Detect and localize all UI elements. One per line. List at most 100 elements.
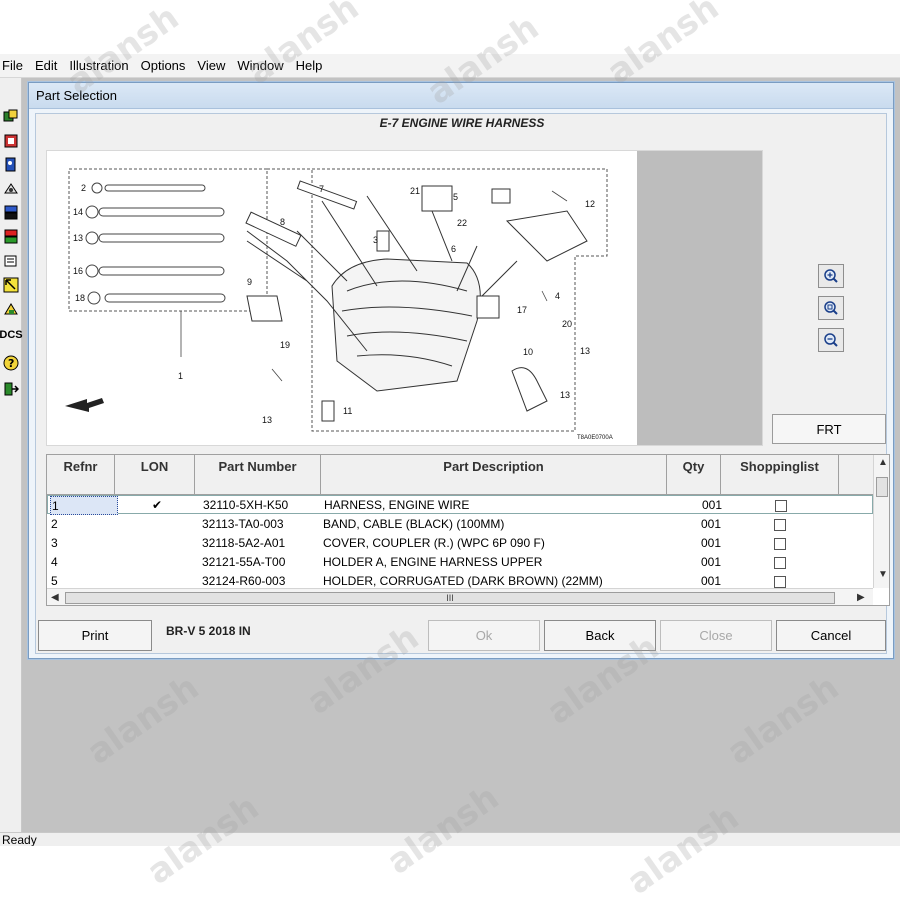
shoppinglist-checkbox[interactable] — [774, 515, 790, 534]
table-header: Refnr LON Part Number Part Description Q… — [47, 455, 873, 495]
col-qty[interactable]: Qty — [667, 455, 721, 495]
parts-icon[interactable] — [1, 106, 21, 128]
scroll-down-icon[interactable]: ▼ — [878, 569, 888, 580]
menu-help[interactable]: Help — [292, 58, 331, 73]
cell-refnr: 2 — [51, 517, 58, 531]
zoom-in-icon[interactable] — [818, 264, 844, 288]
callout-4: 4 — [555, 291, 560, 301]
menu-options[interactable]: Options — [137, 58, 194, 73]
dialog-title: Part Selection — [29, 83, 893, 109]
dcs-icon[interactable]: DCS — [0, 324, 23, 346]
cell-part-number: 32118-5A2-A01 — [202, 536, 286, 550]
svg-text:?: ? — [8, 357, 14, 370]
print-button[interactable]: Print — [38, 620, 152, 651]
arrow-icon[interactable] — [1, 274, 21, 296]
cell-lon: ✔ — [152, 498, 163, 512]
menu-file[interactable]: File — [0, 58, 31, 73]
cell-part-number: 32113-TA0-003 — [202, 517, 284, 531]
cell-qty: 001 — [701, 536, 722, 550]
status-bar: Ready — [0, 832, 900, 846]
exit-icon[interactable] — [1, 378, 21, 400]
cell-qty: 001 — [701, 517, 722, 531]
cell-refnr: 1 — [50, 496, 118, 515]
scroll-right-icon[interactable]: ▶ — [857, 592, 865, 603]
table-row[interactable]: 2 32113-TA0-003 BAND, CABLE (BLACK) (100… — [47, 515, 873, 534]
callout-13-bottom: 13 — [262, 415, 272, 425]
cell-part-number: 32110-5XH-K50 — [203, 498, 289, 512]
table-row[interactable]: 1 ✔ 32110-5XH-K50 HARNESS, ENGINE WIRE 0… — [47, 495, 873, 515]
vin-icon[interactable] — [1, 178, 21, 200]
table-row[interactable]: 4 32121-55A-T00 HOLDER A, ENGINE HARNESS… — [47, 553, 873, 572]
ok-button[interactable]: Ok — [428, 620, 540, 651]
callout-22: 22 — [457, 218, 467, 228]
parts-table: Refnr LON Part Number Part Description Q… — [46, 454, 890, 606]
cell-part-description: HOLDER A, ENGINE HARNESS UPPER — [323, 555, 543, 569]
cell-qty: 001 — [701, 555, 722, 569]
callout-9: 9 — [247, 277, 252, 287]
cell-refnr: 4 — [51, 555, 58, 569]
table-row[interactable]: 3 32118-5A2-A01 COVER, COUPLER (R.) (WPC… — [47, 534, 873, 553]
col-refnr[interactable]: Refnr — [47, 455, 115, 495]
callout-16: 16 — [73, 266, 83, 276]
col-lon[interactable]: LON — [115, 455, 195, 495]
zoom-out-icon[interactable] — [818, 328, 844, 352]
callout-2: 2 — [81, 183, 86, 193]
vertical-scroll-thumb[interactable] — [876, 477, 888, 497]
tools-icon[interactable] — [1, 298, 21, 320]
callout-14: 14 — [73, 207, 83, 217]
callout-18: 18 — [75, 293, 85, 303]
screen: File Edit Illustration Options View Wind… — [0, 0, 900, 903]
callout-11: 11 — [343, 406, 352, 416]
illustration-margin — [637, 151, 762, 445]
cancel-button[interactable]: Cancel — [776, 620, 886, 651]
callout-13: 13 — [73, 233, 83, 243]
callout-10: 10 — [523, 347, 533, 357]
cell-part-description: COVER, COUPLER (R.) (WPC 6P 090 F) — [323, 536, 545, 550]
col-part-description[interactable]: Part Description — [321, 455, 667, 495]
left-toolbar: DCS ? — [0, 78, 23, 846]
cell-part-description: HARNESS, ENGINE WIRE — [324, 498, 470, 512]
parts-illustration[interactable]: 2 14 13 16 18 7 8 3 21 5 22 12 6 4 17 20… — [46, 150, 763, 446]
close-button[interactable]: Close — [660, 620, 772, 651]
vehicle-info: BR-V 5 2018 IN — [166, 624, 251, 638]
catalog-icon[interactable] — [1, 130, 21, 152]
back-button[interactable]: Back — [544, 620, 656, 651]
dialog-button-bar: Print BR-V 5 2018 IN Ok Back Close Cance… — [36, 614, 888, 654]
col-shoppinglist[interactable]: Shoppinglist — [721, 455, 839, 495]
print-list-icon[interactable] — [1, 202, 21, 224]
horizontal-scroll-thumb[interactable]: III — [65, 592, 835, 604]
cell-lon — [151, 553, 165, 572]
shoppinglist-checkbox[interactable] — [774, 534, 790, 553]
search-icon[interactable] — [1, 154, 21, 176]
horizontal-scrollbar[interactable]: ◀ III ▶ — [47, 588, 873, 605]
zoom-fit-icon[interactable] — [818, 296, 844, 320]
scroll-up-icon[interactable]: ▲ — [878, 457, 888, 468]
cell-refnr: 3 — [51, 536, 58, 550]
callout-3: 3 — [373, 235, 378, 245]
notes-icon[interactable] — [1, 250, 21, 272]
illustration-code: T8A0E0700A — [577, 435, 613, 441]
menu-edit[interactable]: Edit — [31, 58, 65, 73]
callout-7: 7 — [319, 184, 324, 194]
cell-part-description: BAND, CABLE (BLACK) (100MM) — [323, 517, 505, 531]
help-icon[interactable]: ? — [1, 352, 21, 374]
shoppinglist-checkbox[interactable] — [774, 553, 790, 572]
col-part-number[interactable]: Part Number — [195, 455, 321, 495]
callout-20: 20 — [562, 319, 572, 329]
cell-lon — [151, 515, 165, 534]
frt-button[interactable]: FRT — [772, 414, 886, 444]
part-selection-dialog: Part Selection E-7 ENGINE WIRE HARNESS 2… — [28, 82, 894, 659]
shoppinglist-checkbox[interactable] — [775, 496, 791, 515]
menu-illustration[interactable]: Illustration — [65, 58, 136, 73]
callout-12: 12 — [585, 199, 595, 209]
vertical-scrollbar[interactable]: ▲ ▼ — [873, 455, 889, 588]
callout-21: 21 — [410, 186, 420, 196]
menu-view[interactable]: View — [193, 58, 233, 73]
scroll-left-icon[interactable]: ◀ — [51, 592, 59, 603]
cart-icon[interactable] — [1, 226, 21, 248]
callout-13-lower: 13 — [560, 390, 570, 400]
callout-17: 17 — [517, 305, 527, 315]
menu-window[interactable]: Window — [233, 58, 291, 73]
drawing-title: E-7 ENGINE WIRE HARNESS — [379, 116, 545, 130]
menu-bar: File Edit Illustration Options View Wind… — [0, 54, 900, 78]
